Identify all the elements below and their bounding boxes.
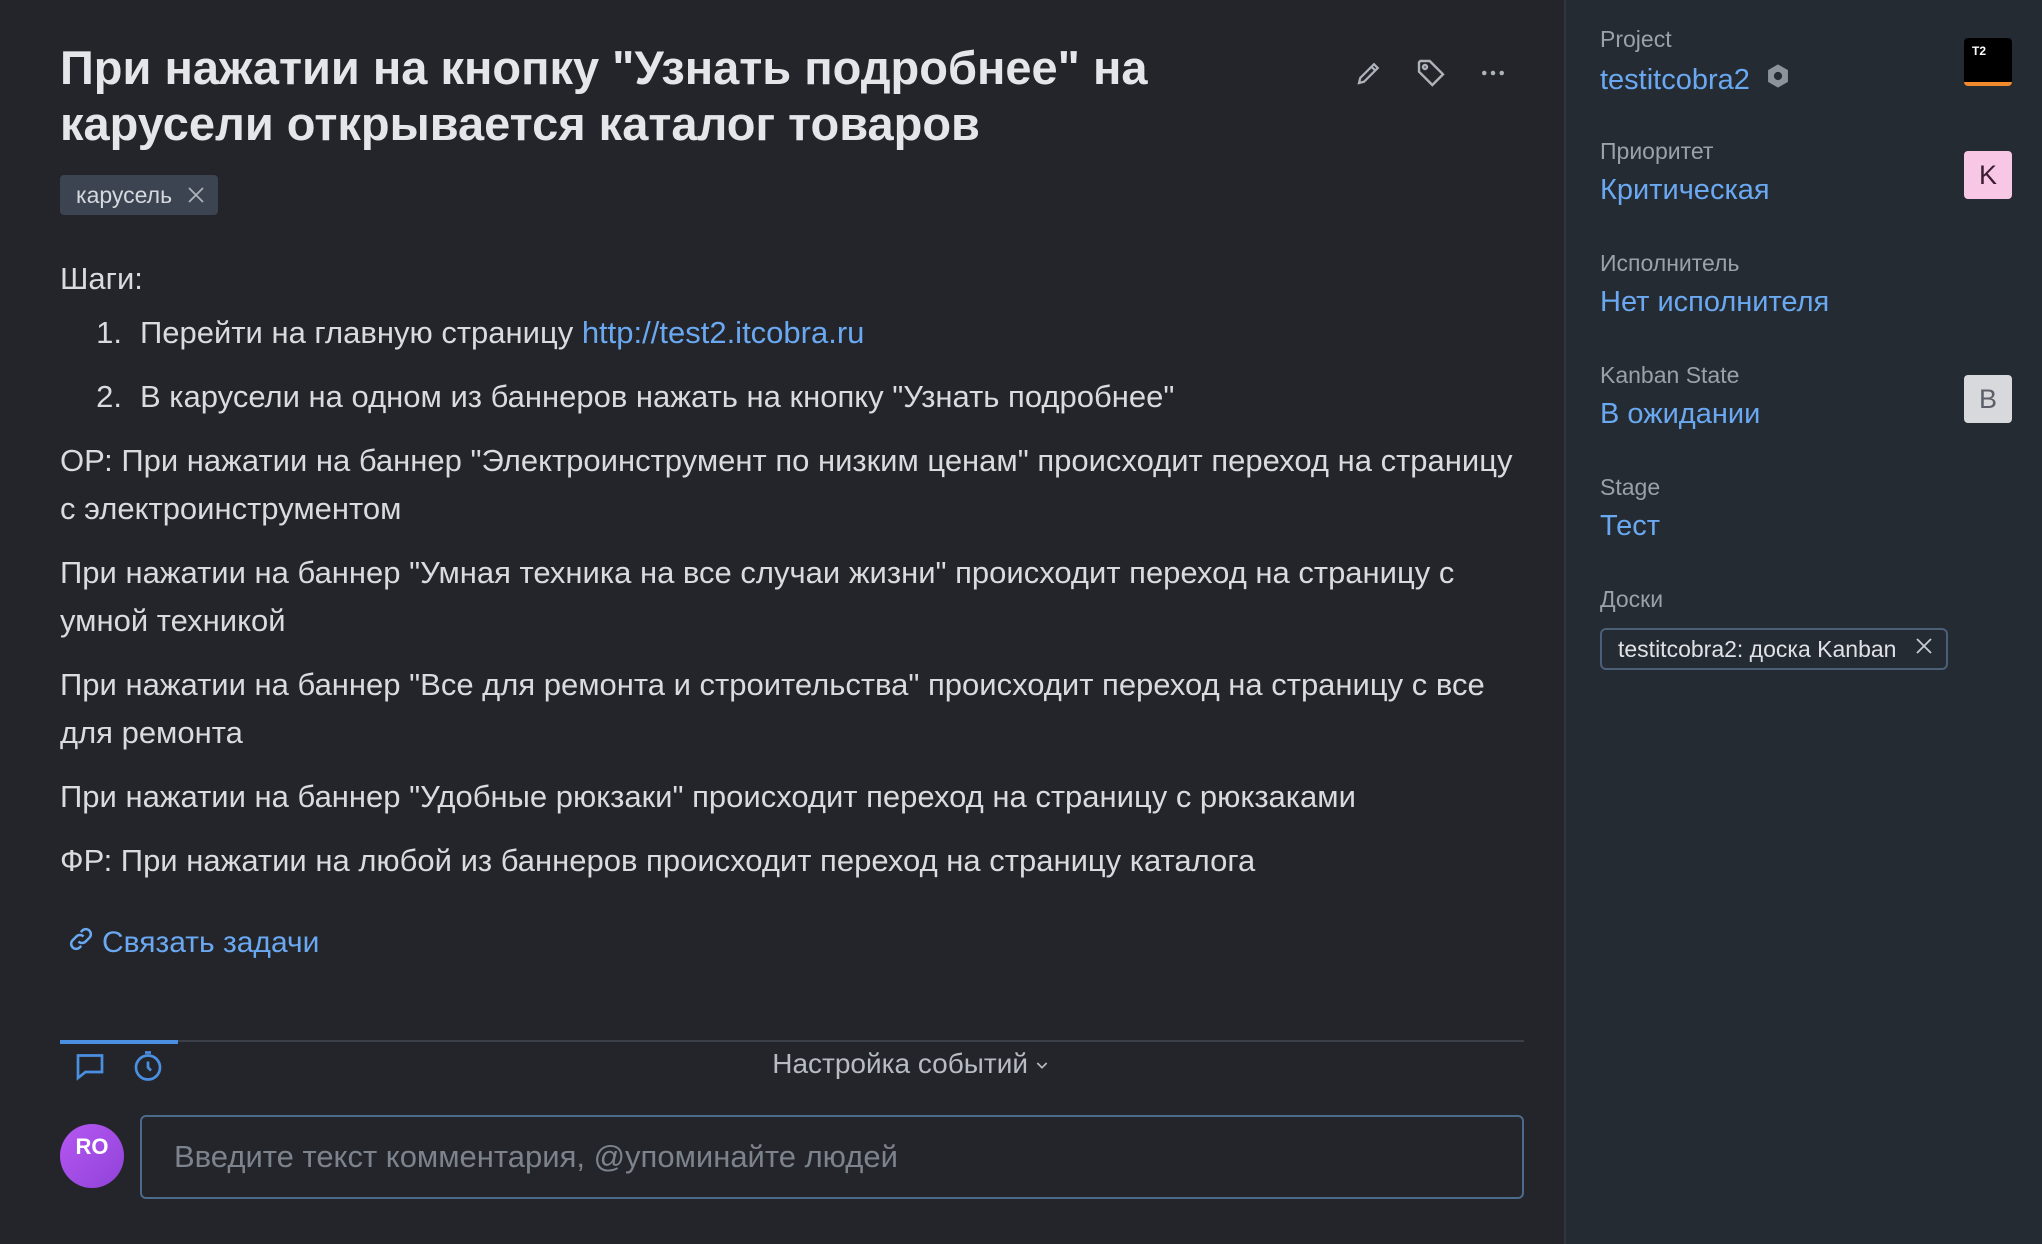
assignee-label: Исполнитель bbox=[1600, 250, 1740, 276]
issue-main-panel: При нажатии на кнопку "Узнать подробнее"… bbox=[0, 0, 1564, 1244]
priority-value[interactable]: Критическая bbox=[1600, 174, 2020, 207]
remove-tag-icon[interactable] bbox=[184, 183, 208, 207]
link-icon bbox=[66, 924, 96, 962]
boards-field: Доски testitcobra2: доска Kanban bbox=[1600, 586, 2020, 670]
project-value-button[interactable]: testitcobra2 bbox=[1600, 62, 2020, 98]
description-paragraph: При нажатии на баннер "Все для ремонта и… bbox=[60, 667, 1485, 750]
description-paragraph: При нажатии на баннер "Умная техника на … bbox=[60, 555, 1455, 638]
step-text: В карусели на одном из баннеров нажать н… bbox=[140, 379, 1175, 414]
link-tasks-button[interactable]: Связать задачи bbox=[66, 924, 319, 962]
chevron-down-icon bbox=[1034, 1048, 1050, 1080]
kanban-state-value[interactable]: В ожидании bbox=[1600, 398, 2020, 431]
kanban-state-label: Kanban State bbox=[1600, 362, 1740, 388]
history-tab-icon[interactable] bbox=[130, 1048, 166, 1084]
stage-value[interactable]: Тест bbox=[1600, 510, 2020, 543]
tag-icon[interactable] bbox=[1414, 56, 1448, 90]
activity-tabs-divider bbox=[60, 1040, 1524, 1042]
settings-hex-icon bbox=[1764, 62, 1792, 98]
project-avatar: T2 bbox=[1964, 38, 2012, 86]
link-tasks-label: Связать задачи bbox=[102, 926, 320, 959]
comments-tab-icon[interactable] bbox=[72, 1048, 108, 1084]
stage-label: Stage bbox=[1600, 474, 1661, 500]
actual-result-paragraph: ФР: При нажатии на любой из баннеров про… bbox=[60, 843, 1256, 878]
assignee-field: Исполнитель Нет исполнителя bbox=[1600, 250, 2020, 319]
expected-result-paragraph: ОР: При нажатии на баннер "Электроинстру… bbox=[60, 443, 1513, 526]
project-value: testitcobra2 bbox=[1600, 63, 1750, 96]
avatar: RO bbox=[60, 1124, 124, 1188]
priority-field: Приоритет Критическая bbox=[1600, 138, 2020, 207]
description-paragraph: При нажатии на баннер "Удобные рюкзаки" … bbox=[60, 779, 1356, 814]
comment-input[interactable] bbox=[140, 1115, 1524, 1199]
step-number: 1. bbox=[96, 315, 122, 350]
project-label: Project bbox=[1600, 26, 1672, 52]
step-number: 2. bbox=[96, 379, 122, 414]
more-options-icon[interactable] bbox=[1476, 56, 1510, 90]
site-link[interactable]: http://test2.itcobra.ru bbox=[582, 315, 865, 350]
tag-chip: карусель bbox=[60, 175, 219, 215]
assignee-value[interactable]: Нет исполнителя bbox=[1600, 286, 2020, 319]
priority-label: Приоритет bbox=[1600, 138, 1714, 164]
title-actions bbox=[1352, 56, 1510, 90]
kanban-state-field: Kanban State В ожидании bbox=[1600, 362, 2020, 431]
edit-pencil-icon[interactable] bbox=[1352, 56, 1386, 90]
issue-title: При нажатии на кнопку "Узнать подробнее"… bbox=[60, 41, 1148, 150]
steps-label: Шаги: bbox=[60, 261, 143, 296]
board-chip-label: testitcobra2: доска Kanban bbox=[1618, 635, 1897, 662]
event-settings-dropdown[interactable]: Настройка событий bbox=[772, 1048, 1050, 1080]
tag-label: карусель bbox=[76, 181, 173, 208]
boards-label: Доски bbox=[1600, 586, 1664, 612]
priority-badge: K bbox=[1964, 151, 2012, 199]
active-tab-indicator bbox=[60, 1040, 178, 1044]
board-chip[interactable]: testitcobra2: доска Kanban bbox=[1600, 628, 1949, 670]
project-field: Project testitcobra2 bbox=[1600, 26, 2020, 98]
issue-description: Шаги: 1. Перейти на главную страницу htt… bbox=[60, 255, 1530, 901]
stage-field: Stage Тест bbox=[1600, 474, 2020, 543]
list-item: 2. В карусели на одном из баннеров нажат… bbox=[60, 373, 1530, 421]
step-text: Перейти на главную страницу bbox=[140, 315, 582, 350]
kanban-state-badge: B bbox=[1964, 375, 2012, 423]
issue-sidebar: Project testitcobra2 T2 Приоритет Критич… bbox=[1564, 0, 2042, 1244]
list-item: 1. Перейти на главную страницу http://te… bbox=[60, 309, 1530, 357]
event-settings-label: Настройка событий bbox=[772, 1048, 1028, 1079]
remove-board-icon[interactable] bbox=[1912, 634, 1936, 664]
steps-list: 1. Перейти на главную страницу http://te… bbox=[60, 309, 1530, 421]
